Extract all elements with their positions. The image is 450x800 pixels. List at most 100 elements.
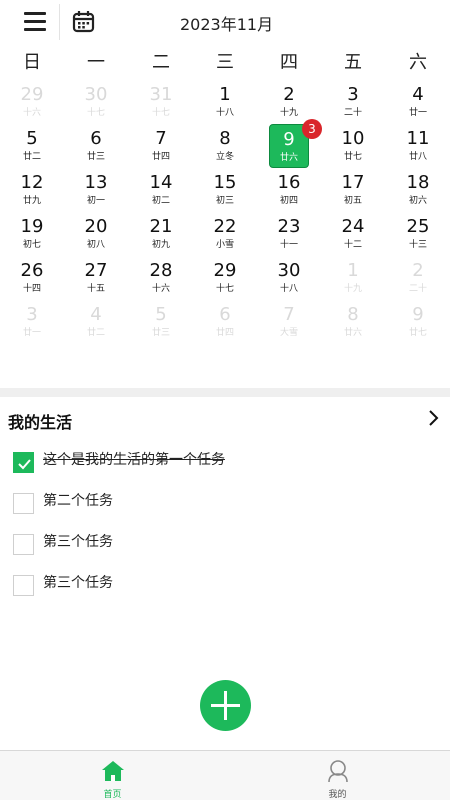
calendar-day[interactable]: 21 初九 xyxy=(141,216,181,260)
lunar-date: 初一 xyxy=(86,196,105,206)
task-checkbox[interactable] xyxy=(13,534,34,555)
day-number: 20 xyxy=(84,216,108,237)
day-number: 1 xyxy=(219,84,231,105)
tab-mine[interactable]: 我的 xyxy=(225,751,450,800)
calendar-day[interactable]: 17 初五 xyxy=(333,172,373,216)
calendar-day[interactable]: 7 廿四 xyxy=(141,128,181,172)
day-number: 5 xyxy=(26,128,38,149)
calendar-day[interactable]: 20 初八 xyxy=(76,216,116,260)
calendar-day[interactable]: 23 十一 xyxy=(269,216,309,260)
lunar-date: 初六 xyxy=(408,196,427,206)
calendar-day[interactable]: 25 十三 xyxy=(398,216,438,260)
lunar-date: 廿二 xyxy=(22,152,41,162)
lunar-date: 十七 xyxy=(86,108,105,118)
task-checkbox-checked[interactable] xyxy=(13,452,34,473)
calendar-day[interactable]: 15 初三 xyxy=(205,172,245,216)
list-header[interactable]: 我的生活 xyxy=(0,400,450,434)
task-text: 这个是我的生活的第一个任务 xyxy=(43,452,225,468)
calendar-day[interactable]: 27 十五 xyxy=(76,260,116,304)
calendar-day[interactable]: 28 十六 xyxy=(141,260,181,304)
calendar-day[interactable]: 8 立冬 xyxy=(205,128,245,172)
calendar-day[interactable]: 11 廿八 xyxy=(398,128,438,172)
calendar-day[interactable]: 8 廿六 xyxy=(333,304,373,348)
calendar-day[interactable]: 24 十二 xyxy=(333,216,373,260)
calendar-day[interactable]: 30 十八 xyxy=(269,260,309,304)
calendar-day[interactable]: 4 廿二 xyxy=(76,304,116,348)
calendar-day[interactable]: 30 十七 xyxy=(76,84,116,128)
task-item[interactable]: 这个是我的生活的第一个任务 xyxy=(0,446,450,482)
task-count-badge: 3 xyxy=(302,119,322,139)
menu-icon xyxy=(24,12,46,15)
task-checkbox[interactable] xyxy=(13,575,34,596)
calendar-day[interactable]: 6 廿四 xyxy=(205,304,245,348)
lunar-date: 十一 xyxy=(279,240,298,250)
day-number: 13 xyxy=(84,172,108,193)
lunar-date: 廿六 xyxy=(279,153,298,163)
calendar-day[interactable]: 16 初四 xyxy=(269,172,309,216)
day-number: 30 xyxy=(84,84,108,105)
day-number: 11 xyxy=(406,128,430,149)
weekday-label: 三 xyxy=(216,52,234,73)
day-number: 5 xyxy=(155,304,167,325)
calendar-day[interactable]: 5 廿二 xyxy=(12,128,52,172)
menu-button[interactable] xyxy=(14,10,48,36)
bottom-tab-bar: 首页 我的 xyxy=(0,750,450,800)
task-item[interactable]: 第三个任务 xyxy=(0,528,450,564)
tab-home-label: 首页 xyxy=(103,790,122,800)
calendar-day[interactable]: 10 廿七 xyxy=(333,128,373,172)
day-number: 12 xyxy=(20,172,44,193)
calendar-day[interactable]: 22 小雪 xyxy=(205,216,245,260)
day-number: 17 xyxy=(341,172,365,193)
calendar-day[interactable]: 2 十九 xyxy=(269,84,309,128)
task-checkbox[interactable] xyxy=(13,493,34,514)
day-number: 8 xyxy=(347,304,359,325)
calendar-day[interactable]: 6 廿三 xyxy=(76,128,116,172)
day-number: 4 xyxy=(90,304,102,325)
weekday-label: 日 xyxy=(23,52,41,73)
calendar-day[interactable]: 1 十九 xyxy=(333,260,373,304)
calendar-day[interactable]: 31 十七 xyxy=(141,84,181,128)
calendar-day[interactable]: 29 十七 xyxy=(205,260,245,304)
calendar-day[interactable]: 4 廿一 xyxy=(398,84,438,128)
calendar-day[interactable]: 3 廿一 xyxy=(12,304,52,348)
day-number: 2 xyxy=(412,260,424,281)
day-number: 26 xyxy=(20,260,44,281)
plus-icon xyxy=(211,691,240,720)
calendar-day[interactable]: 3 二十 xyxy=(333,84,373,128)
task-item[interactable]: 第三个任务 xyxy=(0,569,450,605)
weekday-label: 二 xyxy=(152,52,170,73)
calendar-day[interactable]: 13 初一 xyxy=(76,172,116,216)
month-title[interactable]: 2023年11月 xyxy=(180,11,273,35)
lunar-date: 立冬 xyxy=(215,152,234,162)
chevron-right-icon[interactable] xyxy=(424,408,444,428)
calendar-day[interactable]: 12 廿九 xyxy=(12,172,52,216)
calendar-button[interactable] xyxy=(70,8,98,36)
tab-mine-label: 我的 xyxy=(328,790,347,800)
calendar-day[interactable]: 29 十六 xyxy=(12,84,52,128)
task-item[interactable]: 第二个任务 xyxy=(0,487,450,523)
lunar-date: 十六 xyxy=(22,108,41,118)
calendar-day[interactable]: 18 初六 xyxy=(398,172,438,216)
calendar-day[interactable]: 7 大雪 xyxy=(269,304,309,348)
calendar-day[interactable]: 9 廿七 xyxy=(398,304,438,348)
calendar-day[interactable]: 2 二十 xyxy=(398,260,438,304)
calendar-day[interactable]: 19 初七 xyxy=(12,216,52,260)
day-number: 24 xyxy=(341,216,365,237)
day-number: 29 xyxy=(213,260,237,281)
add-task-button[interactable] xyxy=(200,680,251,731)
lunar-date: 十二 xyxy=(343,240,362,250)
weekday-label: 一 xyxy=(87,52,105,73)
day-number: 4 xyxy=(412,84,424,105)
section-divider xyxy=(0,388,450,397)
calendar-day[interactable]: 1 十八 xyxy=(205,84,245,128)
tab-home[interactable]: 首页 xyxy=(0,751,225,800)
calendar-day[interactable]: 14 初二 xyxy=(141,172,181,216)
lunar-date: 小雪 xyxy=(215,240,234,250)
lunar-date: 初三 xyxy=(215,196,234,206)
day-number: 7 xyxy=(155,128,167,149)
lunar-date: 十三 xyxy=(408,240,427,250)
day-number: 2 xyxy=(283,84,295,105)
day-number: 6 xyxy=(90,128,102,149)
calendar-day[interactable]: 26 十四 xyxy=(12,260,52,304)
calendar-day[interactable]: 5 廿三 xyxy=(141,304,181,348)
